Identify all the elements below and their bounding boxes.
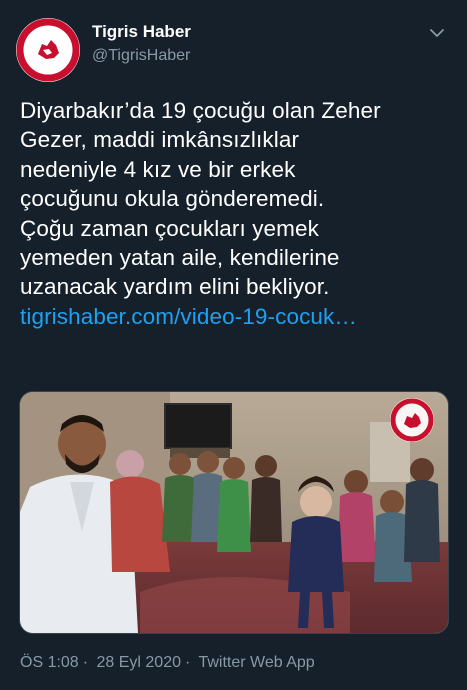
tweet-text: Diyarbakır’da 19 çocuğu olan Zeher Gezer… <box>20 96 450 331</box>
tweet-meta: ÖS 1:08 · 28 Eyl 2020 · Twitter Web App <box>20 654 319 672</box>
tweet-time[interactable]: ÖS 1:08 <box>20 654 79 671</box>
profile-avatar[interactable] <box>16 18 80 82</box>
video-thumbnail <box>20 392 448 633</box>
tweet-text-line: Çoğu zaman çocukları yemek <box>20 215 319 241</box>
watermark-logo <box>390 398 434 442</box>
tweet-text-line: Gezer, maddi imkânsızlıklar <box>20 127 300 153</box>
tweet-date[interactable]: 28 Eyl 2020 <box>96 654 181 671</box>
author-name[interactable]: Tigris Haber <box>92 22 191 42</box>
tweet-link[interactable]: tigrishaber.com/video-19-cocuk… <box>20 304 357 329</box>
meta-separator: · <box>82 654 89 671</box>
tweet-text-line: Diyarbakır’da 19 çocuğu olan Zeher <box>20 98 381 123</box>
author-handle[interactable]: @TigrisHaber <box>92 47 190 65</box>
tweet-media-video[interactable] <box>19 391 449 634</box>
tweet-text-line: nedeniyle 4 kız ve bir erkek <box>20 156 296 182</box>
tweet-text-line: uzanacak yardım elini bekliyor. <box>20 274 330 300</box>
meta-separator: · <box>185 654 191 671</box>
tweet-text-line: çocuğunu okula gönderemedi. <box>20 186 325 212</box>
tweet-source[interactable]: Twitter Web App <box>198 654 314 671</box>
tigris-haber-logo <box>16 18 80 82</box>
chevron-down-icon[interactable] <box>426 22 448 44</box>
tweet-text-line: yemeden yatan aile, kendilerine <box>20 245 340 271</box>
